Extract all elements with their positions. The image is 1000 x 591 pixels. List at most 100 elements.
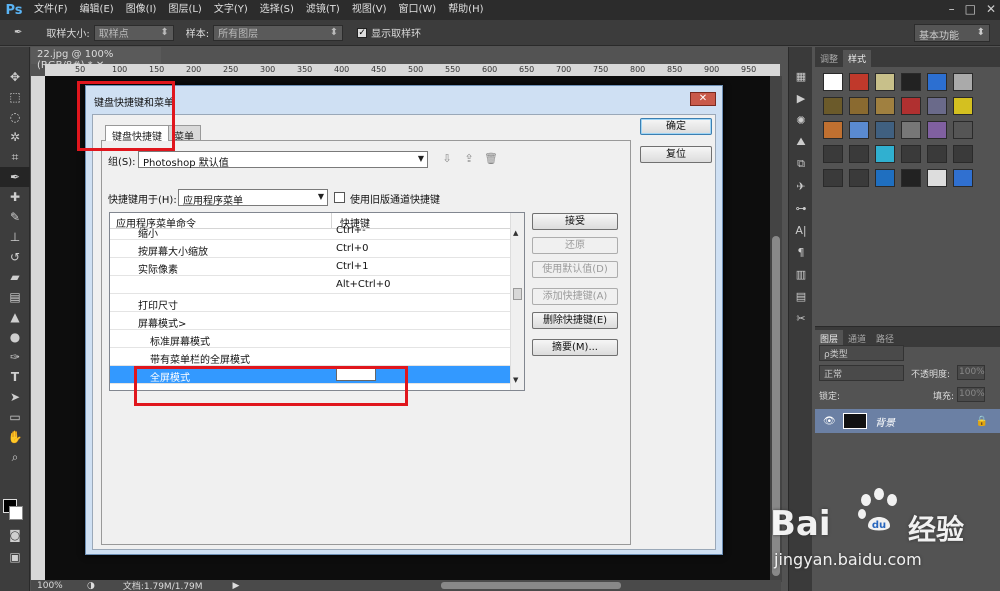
table-scroll-thumb[interactable] bbox=[513, 288, 522, 300]
table-row[interactable]: 实际像素 Ctrl+1 bbox=[110, 258, 524, 276]
menu-layer[interactable]: 图层(L) bbox=[162, 0, 207, 20]
style-swatch[interactable] bbox=[901, 73, 921, 91]
lasso-tool-icon[interactable]: ◌ bbox=[0, 107, 30, 127]
tab-keyboard-shortcuts[interactable]: 键盘快捷键 bbox=[105, 125, 169, 143]
table-scrollbar[interactable]: ▲ ▼ bbox=[510, 213, 524, 390]
background-color-swatch[interactable] bbox=[9, 506, 23, 520]
status-arrow-icon[interactable]: ▶ bbox=[233, 581, 240, 591]
tab-styles[interactable]: 样式 bbox=[843, 50, 872, 67]
set-select[interactable]: Photoshop 默认值 ▼ bbox=[138, 151, 428, 169]
table-row[interactable]: 屏幕模式> bbox=[110, 312, 524, 330]
menu-view[interactable]: 视图(V) bbox=[346, 0, 393, 20]
style-swatch[interactable] bbox=[927, 121, 947, 139]
style-swatch[interactable] bbox=[901, 121, 921, 139]
clone-source-icon[interactable]: ⧉ bbox=[789, 153, 813, 175]
style-swatch[interactable] bbox=[875, 73, 895, 91]
menu-filter[interactable]: 滤镜(T) bbox=[300, 0, 346, 20]
blend-mode-select[interactable]: 正常 bbox=[819, 365, 904, 381]
shortcuts-for-select[interactable]: 应用程序菜单 ▼ bbox=[178, 189, 328, 207]
menu-help[interactable]: 帮助(H) bbox=[442, 0, 489, 20]
table-row[interactable]: 带有菜单栏的全屏模式 bbox=[110, 348, 524, 366]
healing-brush-icon[interactable]: ✚ bbox=[0, 187, 30, 207]
legacy-channel-checkbox[interactable] bbox=[334, 192, 345, 203]
history-panel-icon[interactable]: ▦ bbox=[789, 65, 813, 87]
delete-set-icon[interactable]: 🗑 bbox=[484, 152, 498, 166]
brush-presets-icon[interactable]: ⛰ bbox=[789, 131, 813, 153]
minimize-button[interactable]: – bbox=[949, 2, 955, 16]
brush-panel-icon[interactable]: ✺ bbox=[789, 109, 813, 131]
style-swatch[interactable] bbox=[823, 121, 843, 139]
save-set-icon[interactable]: ⇩ bbox=[440, 152, 454, 166]
eyedropper-tool-icon[interactable]: ✒ bbox=[0, 167, 30, 187]
document-tab[interactable]: 22.jpg @ 100%(RGB/8#) * ✕ bbox=[31, 47, 161, 71]
add-shortcut-button[interactable]: 添加快捷键(A) bbox=[532, 288, 618, 305]
dialog-close-button[interactable]: ✕ bbox=[690, 92, 716, 106]
workspace-select[interactable]: 基本功能 ⬍ bbox=[914, 24, 990, 42]
style-swatch[interactable] bbox=[953, 97, 973, 115]
gradient-tool-icon[interactable]: ▤ bbox=[0, 287, 30, 307]
style-swatch[interactable] bbox=[875, 121, 895, 139]
character-panel-icon[interactable]: A| bbox=[789, 219, 813, 241]
use-default-button[interactable]: 使用默认值(D) bbox=[532, 261, 618, 278]
actions-panel-icon[interactable]: ▶ bbox=[789, 87, 813, 109]
style-swatch[interactable] bbox=[823, 145, 843, 163]
style-swatch[interactable] bbox=[849, 73, 869, 91]
eye-icon[interactable]: 👁 bbox=[823, 416, 836, 427]
style-swatch[interactable] bbox=[823, 73, 843, 91]
style-swatch[interactable] bbox=[953, 73, 973, 91]
info-panel-icon[interactable]: ▥ bbox=[789, 263, 813, 285]
eraser-tool-icon[interactable]: ▰ bbox=[0, 267, 30, 287]
table-row[interactable]: 按屏幕大小缩放 Ctrl+0 bbox=[110, 240, 524, 258]
scroll-up-icon[interactable]: ▲ bbox=[513, 229, 518, 237]
layer-row-background[interactable]: 👁 背景 🔒 bbox=[815, 409, 1000, 433]
new-set-icon[interactable]: ⇪ bbox=[462, 152, 476, 166]
ok-button[interactable]: 确定 bbox=[640, 118, 712, 135]
type-tool-icon[interactable]: T bbox=[0, 367, 30, 387]
maximize-button[interactable]: □ bbox=[965, 2, 976, 16]
table-row[interactable]: 打印尺寸 bbox=[110, 294, 524, 312]
style-swatch[interactable] bbox=[927, 145, 947, 163]
marquee-tool-icon[interactable]: ⬚ bbox=[0, 87, 30, 107]
style-swatch[interactable] bbox=[823, 169, 843, 187]
paragraph-panel-icon[interactable]: ¶ bbox=[789, 241, 813, 263]
properties-icon[interactable]: ⊶ bbox=[789, 197, 813, 219]
style-swatch[interactable] bbox=[927, 97, 947, 115]
style-swatch[interactable] bbox=[875, 97, 895, 115]
tab-adjustments[interactable]: 调整 bbox=[815, 50, 843, 67]
quick-mask-icon[interactable]: ◙ bbox=[0, 525, 30, 545]
undo-button[interactable]: 还原 bbox=[532, 237, 618, 254]
table-row[interactable]: Alt+Ctrl+0 bbox=[110, 276, 524, 294]
style-swatch[interactable] bbox=[849, 97, 869, 115]
notes-panel-icon[interactable]: ▤ bbox=[789, 285, 813, 307]
style-swatch[interactable] bbox=[953, 145, 973, 163]
fill-input[interactable]: 100% bbox=[957, 387, 985, 402]
show-ring-checkbox[interactable]: ✓ bbox=[357, 27, 368, 38]
scroll-down-icon[interactable]: ▼ bbox=[513, 376, 518, 384]
stamp-tool-icon[interactable]: ⊥ bbox=[0, 227, 30, 247]
crop-tool-icon[interactable]: ⌗ bbox=[0, 147, 30, 167]
eyedropper-icon[interactable]: ✒ bbox=[14, 27, 22, 38]
zoom-tool-icon[interactable]: ⌕ bbox=[0, 447, 30, 467]
shape-tool-icon[interactable]: ▭ bbox=[0, 407, 30, 427]
brush-tool-icon[interactable]: ✎ bbox=[0, 207, 30, 227]
screen-mode-icon[interactable]: ▣ bbox=[0, 547, 30, 567]
close-window-button[interactable]: ✕ bbox=[986, 2, 996, 16]
history-brush-icon[interactable]: ↺ bbox=[0, 247, 30, 267]
move-tool-icon[interactable]: ✥ bbox=[0, 67, 30, 87]
style-swatch[interactable] bbox=[849, 145, 869, 163]
style-swatch[interactable] bbox=[901, 169, 921, 187]
horizontal-scroll-thumb[interactable] bbox=[441, 582, 621, 589]
accept-button[interactable]: 接受 bbox=[532, 213, 618, 230]
zoom-level[interactable]: 100% bbox=[37, 581, 77, 591]
style-swatch[interactable] bbox=[849, 169, 869, 187]
menu-file[interactable]: 文件(F) bbox=[28, 0, 74, 20]
style-swatch[interactable] bbox=[927, 73, 947, 91]
style-swatch[interactable] bbox=[823, 97, 843, 115]
path-select-tool-icon[interactable]: ➤ bbox=[0, 387, 30, 407]
menu-edit[interactable]: 编辑(E) bbox=[74, 0, 120, 20]
dodge-tool-icon[interactable]: ● bbox=[0, 327, 30, 347]
magic-wand-tool-icon[interactable]: ✲ bbox=[0, 127, 30, 147]
menu-type[interactable]: 文字(Y) bbox=[208, 0, 254, 20]
menu-image[interactable]: 图像(I) bbox=[120, 0, 163, 20]
doc-info-icon[interactable]: ◑ bbox=[87, 581, 95, 591]
